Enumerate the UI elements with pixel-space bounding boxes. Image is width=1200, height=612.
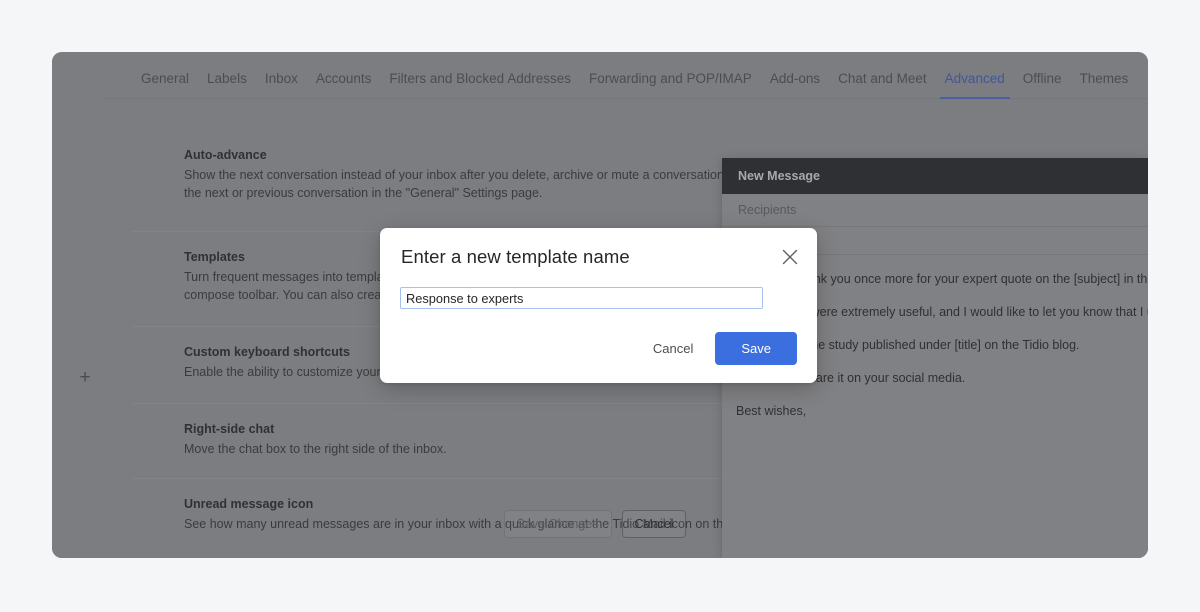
tab-accounts[interactable]: Accounts xyxy=(307,64,381,94)
compose-header[interactable]: New Message xyxy=(722,158,1148,194)
cancel-button[interactable]: Cancel xyxy=(643,333,703,364)
tab-inbox[interactable]: Inbox xyxy=(256,64,307,94)
cancel-settings-button[interactable]: Cancel xyxy=(622,510,687,538)
dialog-actions: Cancel Save xyxy=(643,332,797,365)
save-button[interactable]: Save xyxy=(715,332,797,365)
tab-chat-and-meet[interactable]: Chat and Meet xyxy=(829,64,936,94)
screen: GeneralLabelsInboxAccountsFilters and Bl… xyxy=(0,0,1200,612)
tab-add-ons[interactable]: Add-ons xyxy=(761,64,829,94)
compose-title: New Message xyxy=(738,169,820,183)
dialog-title: Enter a new template name xyxy=(401,246,630,268)
compose-recipients-field[interactable]: Recipients xyxy=(722,194,1148,227)
left-rail: + xyxy=(52,99,132,558)
tab-labels[interactable]: Labels xyxy=(198,64,256,94)
tab-offline[interactable]: Offline xyxy=(1014,64,1071,94)
tab-advanced[interactable]: Advanced xyxy=(936,64,1014,94)
settings-tabs[interactable]: GeneralLabelsInboxAccountsFilters and Bl… xyxy=(132,60,1137,98)
plus-icon[interactable]: + xyxy=(76,369,94,387)
save-changes-button[interactable]: Save Changes xyxy=(504,510,612,538)
tab-filters-and-blocked-addresses[interactable]: Filters and Blocked Addresses xyxy=(380,64,580,94)
tab-themes[interactable]: Themes xyxy=(1071,64,1138,94)
tab-general[interactable]: General xyxy=(132,64,198,94)
tab-forwarding-and-pop-imap[interactable]: Forwarding and POP/IMAP xyxy=(580,64,761,94)
template-name-dialog: Enter a new template name Cancel Save xyxy=(380,228,817,383)
close-icon[interactable] xyxy=(779,246,801,268)
template-name-input[interactable] xyxy=(400,287,763,309)
compose-paragraph: Best wishes, xyxy=(736,401,1134,421)
